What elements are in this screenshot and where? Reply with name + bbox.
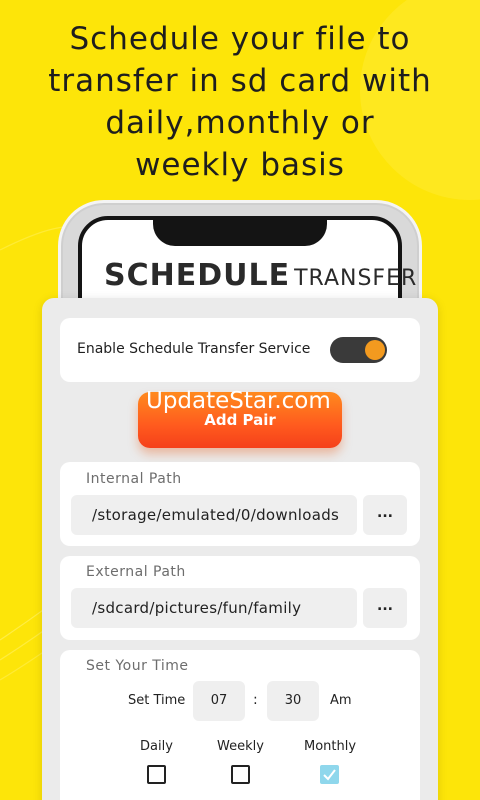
- toggle-label: Enable Schedule Transfer Service: [77, 341, 311, 357]
- screen-title: SCHEDULE TRANSFER: [104, 258, 417, 293]
- internal-path-browse-button[interactable]: ...: [363, 495, 407, 535]
- internal-path-label: Internal Path: [86, 471, 182, 487]
- external-path-browse-button[interactable]: ...: [363, 588, 407, 628]
- add-pair-button[interactable]: Add Pair: [138, 392, 342, 448]
- weekly-label: Weekly: [217, 739, 264, 754]
- screen-title-light: TRANSFER: [294, 266, 418, 291]
- internal-path-field[interactable]: /storage/emulated/0/downloads: [71, 495, 357, 535]
- daily-label: Daily: [140, 739, 173, 754]
- headline: Schedule your file to transfer in sd car…: [0, 18, 480, 186]
- set-time-label: Set Time: [128, 693, 186, 708]
- headline-line-3: daily,monthly or: [105, 105, 375, 141]
- time-separator: :: [253, 692, 258, 708]
- external-path-label: External Path: [86, 564, 186, 580]
- headline-line-2: transfer in sd card with: [48, 63, 432, 99]
- screen-title-bold: SCHEDULE: [104, 258, 291, 293]
- monthly-checkbox[interactable]: [320, 765, 339, 784]
- daily-checkbox[interactable]: [147, 765, 166, 784]
- weekly-checkbox[interactable]: [231, 765, 250, 784]
- phone-notch: [153, 216, 327, 246]
- ampm-selector[interactable]: Am: [330, 693, 352, 708]
- toggle-knob: [365, 340, 385, 360]
- headline-line-1: Schedule your file to: [69, 21, 411, 57]
- minute-field[interactable]: 30: [267, 681, 319, 721]
- external-path-field[interactable]: /sdcard/pictures/fun/family: [71, 588, 357, 628]
- check-icon: [323, 769, 336, 781]
- time-section-title: Set Your Time: [86, 658, 189, 674]
- hour-field[interactable]: 07: [193, 681, 245, 721]
- monthly-label: Monthly: [304, 739, 357, 754]
- headline-line-4: weekly basis: [135, 147, 345, 183]
